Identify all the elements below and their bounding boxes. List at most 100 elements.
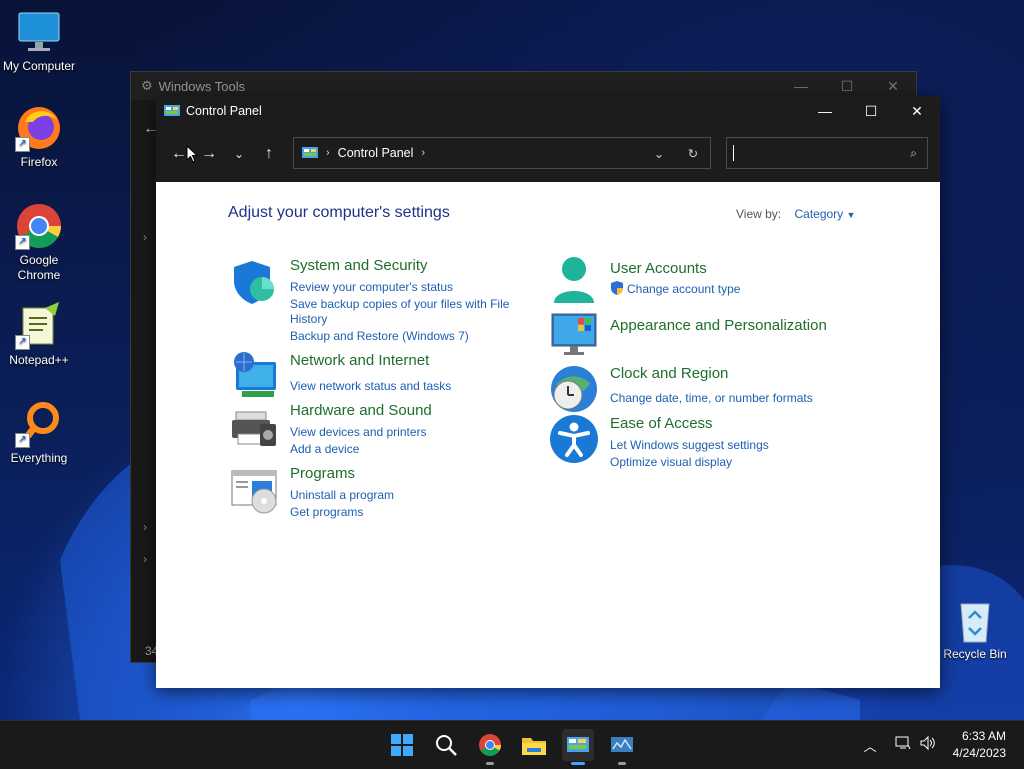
windows-logo-icon [391,734,413,756]
taskbar: ︿ 6:33 AM 4/24/2023 [0,720,1024,769]
address-bar[interactable]: › Control Panel › ⌄ ↻ [293,137,711,169]
maximize-button[interactable]: ☐ [824,78,870,95]
chrome-icon: ↗ [15,202,63,250]
link-backup-restore[interactable]: Backup and Restore (Windows 7) [290,328,509,345]
category-title[interactable]: Network and Internet [290,352,429,369]
desktop-icon-label: My Computer [2,59,76,73]
chevron-right-icon[interactable]: › [143,230,147,244]
chevron-right-icon[interactable]: › [143,520,147,534]
close-button[interactable]: ✕ [894,96,940,126]
category-title[interactable]: Programs [290,465,355,482]
magnifier-icon: ↗ [15,400,63,448]
link-get-programs[interactable]: Get programs [290,504,394,521]
desktop-icon-label: Google Chrome [17,253,61,282]
desktop-icon-label: Firefox [20,155,58,169]
recent-locations-button[interactable]: ⌄ [224,139,254,169]
monitor-icon [15,8,63,56]
link-save-backup-cont[interactable]: History [290,311,509,328]
link-uninstall-program[interactable]: Uninstall a program [290,487,394,504]
link-optimize-display[interactable]: Optimize visual display [610,454,769,471]
desktop-icon-my-computer[interactable]: My Computer [1,8,77,73]
category-title[interactable]: Clock and Region [610,365,728,382]
minimize-button[interactable]: — [802,96,848,126]
user-icon [550,257,600,307]
desktop-icon-notepadpp[interactable]: ↗ Notepad++ [1,302,77,367]
link-add-device[interactable]: Add a device [290,441,427,458]
navigation-bar: ← → ⌄ ↑ › Control Panel › ⌄ ↻ ⌕ [156,126,940,182]
clock-time: 6:33 AM [961,729,1006,743]
volume-icon[interactable] [919,735,937,756]
category-title[interactable]: Hardware and Sound [290,402,432,419]
link-devices-printers[interactable]: View devices and printers [290,424,427,441]
windows-tools-icon [611,737,633,752]
close-button[interactable]: ✕ [870,78,916,95]
search-icon [436,735,457,756]
desktop-icon-everything[interactable]: ↗ Everything [1,400,77,465]
link-change-account-type[interactable]: Change account type [610,281,740,300]
windows-tools-nav-pane: ← › › › 34 [131,100,159,662]
recycle-bin-icon [951,596,999,644]
category-title[interactable]: Appearance and Personalization [610,317,827,334]
appearance-monitor-icon [550,310,600,360]
chrome-icon [479,734,501,756]
arrow-right-icon: → [201,145,217,162]
category-title[interactable]: Ease of Access [610,415,713,432]
taskbar-file-explorer[interactable] [518,729,550,761]
up-button[interactable]: ↑ [254,139,284,169]
refresh-button[interactable]: ↻ [676,146,710,161]
accessibility-icon [550,415,600,465]
control-panel-window[interactable]: Control Panel — ☐ ✕ ← → ⌄ ↑ › Control Pa… [156,96,940,688]
chevron-right-icon[interactable]: › [421,147,425,159]
control-panel-content: Adjust your computer's settings View by:… [156,182,940,688]
clock-globe-icon [550,365,600,415]
desktop-icon-firefox[interactable]: ↗ Firefox [1,104,77,169]
link-review-status[interactable]: Review your computer's status [290,279,509,296]
link-date-time-formats[interactable]: Change date, time, or number formats [610,390,813,407]
category-title[interactable]: User Accounts [610,260,707,277]
window-title: Control Panel [186,104,262,118]
chevron-right-icon[interactable]: › [143,552,147,566]
search-icon[interactable]: ⌕ [910,146,917,161]
uac-shield-icon [610,281,624,300]
taskbar-search-button[interactable] [430,729,462,761]
desktop-icon-recycle-bin[interactable]: Recycle Bin [937,596,1013,661]
address-dropdown-button[interactable]: ⌄ [642,146,676,161]
view-by-label: View by: [736,207,782,221]
chevron-down-icon: ⌄ [233,147,245,161]
arrow-up-icon: ↑ [265,145,273,162]
control-panel-titlebar[interactable]: Control Panel — ☐ ✕ [156,96,940,126]
link-network-status[interactable]: View network status and tasks [290,378,451,395]
printer-icon [230,402,280,452]
desktop-icon-label: Notepad++ [9,353,69,367]
desktop-icon-chrome[interactable]: ↗ Google Chrome [1,202,77,283]
network-icon[interactable] [895,735,911,756]
search-input[interactable]: ⌕ [726,137,928,169]
running-indicator [618,762,626,765]
chevron-right-icon[interactable]: › [326,147,330,159]
text-caret [733,145,734,161]
page-title: Adjust your computer's settings [228,204,450,221]
chevron-up-icon[interactable]: ︿ [864,736,877,755]
arrow-left-icon: ← [171,145,187,162]
view-by-dropdown[interactable]: Category ▼ [794,207,855,221]
control-panel-icon [302,146,318,160]
taskbar-control-panel[interactable] [562,729,594,765]
notepadpp-icon: ↗ [15,302,63,350]
desktop-icon-label: Recycle Bin [943,647,1007,661]
taskbar-chrome[interactable] [474,729,506,765]
clock[interactable]: 6:33 AM 4/24/2023 [953,728,1006,762]
mouse-cursor-icon [186,145,198,163]
network-globe-icon [230,352,280,402]
category-title[interactable]: System and Security [290,257,428,274]
link-suggest-settings[interactable]: Let Windows suggest settings [610,437,769,454]
minimize-button[interactable]: — [778,78,824,95]
firefox-icon: ↗ [15,104,63,152]
clock-date: 4/24/2023 [952,746,1006,760]
start-button[interactable] [386,729,418,761]
taskbar-windows-tools[interactable] [606,729,638,765]
breadcrumb-control-panel[interactable]: Control Panel [338,146,414,160]
desktop-icon-label: Everything [10,451,68,465]
maximize-button[interactable]: ☐ [848,96,894,126]
caret-down-icon: ▼ [846,210,856,220]
forward-button[interactable]: → [194,139,224,169]
